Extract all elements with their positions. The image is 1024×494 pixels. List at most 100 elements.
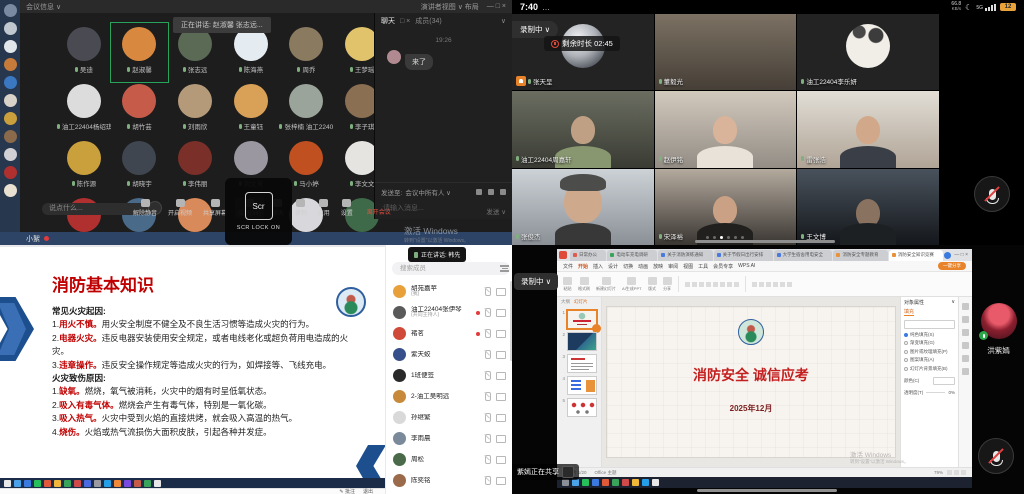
slide-thumbnail[interactable]: 5: [559, 398, 599, 417]
taskbar-app-icon[interactable]: [562, 479, 569, 486]
camera-off-icon[interactable]: [496, 330, 506, 338]
camera-off-icon[interactable]: [496, 477, 506, 485]
mute-button[interactable]: [974, 176, 1010, 212]
announce-icon[interactable]: [500, 189, 506, 195]
participant-cell[interactable]: 胡竹芸: [112, 81, 168, 138]
window-controls[interactable]: — □ ×: [487, 3, 506, 10]
contact-avatar[interactable]: [4, 4, 17, 17]
windows-taskbar[interactable]: [0, 478, 385, 488]
wps-logo-icon[interactable]: [559, 251, 567, 259]
windows-taskbar[interactable]: [557, 477, 972, 488]
document-tab[interactable]: 关于节假日出行安排: [714, 250, 773, 261]
tab-outline[interactable]: 大纲: [561, 299, 570, 305]
tab-slides[interactable]: 幻灯片: [574, 299, 588, 305]
taskbar-app-icon[interactable]: [652, 479, 659, 486]
chevron-down-icon[interactable]: ∨: [501, 17, 506, 25]
video-tile[interactable]: 赵伊铭: [655, 91, 797, 167]
mic-off-icon[interactable]: [485, 350, 491, 359]
participant-cell[interactable]: 张梓楠 油工22405: [279, 81, 335, 138]
contact-avatar[interactable]: [4, 148, 17, 161]
taskbar-app-icon[interactable]: [602, 479, 609, 486]
chat-window-icons[interactable]: □ ×: [400, 18, 410, 25]
contact-avatar[interactable]: [4, 58, 17, 71]
contact-avatar[interactable]: [4, 112, 17, 125]
participant-cell[interactable]: 王童钰: [223, 81, 279, 138]
participant-cell[interactable]: 胡晓宇: [112, 138, 168, 195]
search-input[interactable]: [392, 262, 510, 275]
filter-icon[interactable]: [500, 264, 509, 273]
ribbon-button[interactable]: AI生成PPT: [622, 277, 642, 292]
taskbar-app-icon[interactable]: [64, 480, 71, 487]
chevron-down-icon[interactable]: ∨: [951, 299, 955, 306]
video-tile[interactable]: 宋泽裕: [655, 169, 797, 245]
fill-option-radio[interactable]: 纯色填充(S): [904, 332, 955, 338]
contact-avatar[interactable]: [4, 76, 17, 89]
taskbar-app-icon[interactable]: [84, 480, 91, 487]
contact-avatar[interactable]: [4, 22, 17, 35]
participant-cell[interactable]: 周乔: [279, 24, 335, 81]
taskbar-app-icon[interactable]: [124, 480, 131, 487]
mute-button[interactable]: [978, 438, 1014, 474]
taskbar-app-icon[interactable]: [104, 480, 111, 487]
member-row[interactable]: 陈奕铭: [386, 470, 510, 491]
participant-cell[interactable]: 赵淑馨: [112, 24, 168, 81]
menu-item[interactable]: 设计: [608, 263, 618, 270]
camera-off-icon[interactable]: [496, 309, 506, 317]
camera-off-icon[interactable]: [496, 351, 506, 359]
toolbar-button[interactable]: 开启视频: [165, 197, 195, 219]
slide-thumbnail[interactable]: 4: [559, 376, 599, 395]
mic-off-icon[interactable]: [485, 434, 491, 443]
fill-tab[interactable]: 填充: [904, 308, 914, 316]
menu-item[interactable]: 会员专享: [713, 263, 733, 270]
video-tile[interactable]: 油工22404周嘉轩: [512, 91, 654, 167]
fill-preset-select[interactable]: [904, 320, 955, 329]
mic-off-icon[interactable]: [485, 308, 491, 317]
ribbon-button[interactable]: 新建幻灯片: [596, 277, 616, 292]
fill-option-radio[interactable]: 幻灯片背景填充(B): [904, 366, 955, 372]
slide-thumbnail[interactable]: 3: [559, 354, 599, 373]
video-tile[interactable]: 雷张浩: [797, 91, 939, 167]
contact-avatar[interactable]: [4, 184, 17, 197]
mic-off-icon[interactable]: [485, 413, 491, 422]
member-row[interactable]: 胡苑嘉苹 (我): [386, 281, 510, 302]
share-button[interactable]: 一键分享: [938, 262, 966, 270]
member-row[interactable]: 孙继繁: [386, 407, 510, 428]
slide-thumbnail[interactable]: 1: [559, 310, 599, 329]
contact-avatar[interactable]: [4, 40, 17, 53]
slide-thumbnail[interactable]: 2: [559, 332, 599, 351]
fill-option-radio[interactable]: 渐变填充(G): [904, 340, 955, 346]
taskbar-app-icon[interactable]: [622, 479, 629, 486]
layout-button[interactable]: 演讲者视图 ∨ 布局: [421, 2, 479, 12]
tab-chat[interactable]: 聊天: [381, 16, 395, 26]
right-tool-strip[interactable]: [958, 297, 972, 467]
tab-members[interactable]: 成员(34): [415, 16, 441, 26]
menu-item[interactable]: 视图: [683, 263, 693, 270]
participant-cell[interactable]: 油工22404杨绍琪: [56, 81, 112, 138]
taskbar-app-icon[interactable]: [34, 480, 41, 487]
home-indicator[interactable]: [697, 489, 837, 492]
meeting-info-button[interactable]: 会议信息 ∨: [26, 2, 61, 12]
member-row[interactable]: 1班便签: [386, 365, 510, 386]
camera-off-icon[interactable]: [496, 414, 506, 422]
menu-item[interactable]: 开始: [578, 263, 588, 270]
contact-sidebar[interactable]: [0, 0, 20, 245]
taskbar-app-icon[interactable]: [54, 480, 61, 487]
contact-avatar[interactable]: [4, 130, 17, 143]
send-button[interactable]: 发送 ∨: [486, 206, 506, 216]
mic-off-icon[interactable]: [485, 371, 491, 380]
taskbar-app-icon[interactable]: [44, 480, 51, 487]
send-to-selector[interactable]: 会议中所有人 ∨: [405, 187, 451, 197]
menu-item[interactable]: WPS AI: [738, 263, 755, 269]
zoom-level[interactable]: 79%: [934, 470, 943, 475]
member-row[interactable]: 李雨晨: [386, 428, 510, 449]
camera-off-icon[interactable]: [496, 435, 506, 443]
participant-cell[interactable]: 吴迪: [56, 24, 112, 81]
member-row[interactable]: 紫天蛟: [386, 344, 510, 365]
member-row[interactable]: 褚茗: [386, 323, 510, 344]
view-controls[interactable]: [947, 470, 966, 475]
taskbar-app-icon[interactable]: [642, 479, 649, 486]
theme-indicator[interactable]: Office 主题: [595, 470, 617, 476]
transparency-slider[interactable]: [926, 392, 945, 393]
document-tab[interactable]: 日常办公: [570, 250, 606, 261]
camera-off-icon[interactable]: [496, 393, 506, 401]
